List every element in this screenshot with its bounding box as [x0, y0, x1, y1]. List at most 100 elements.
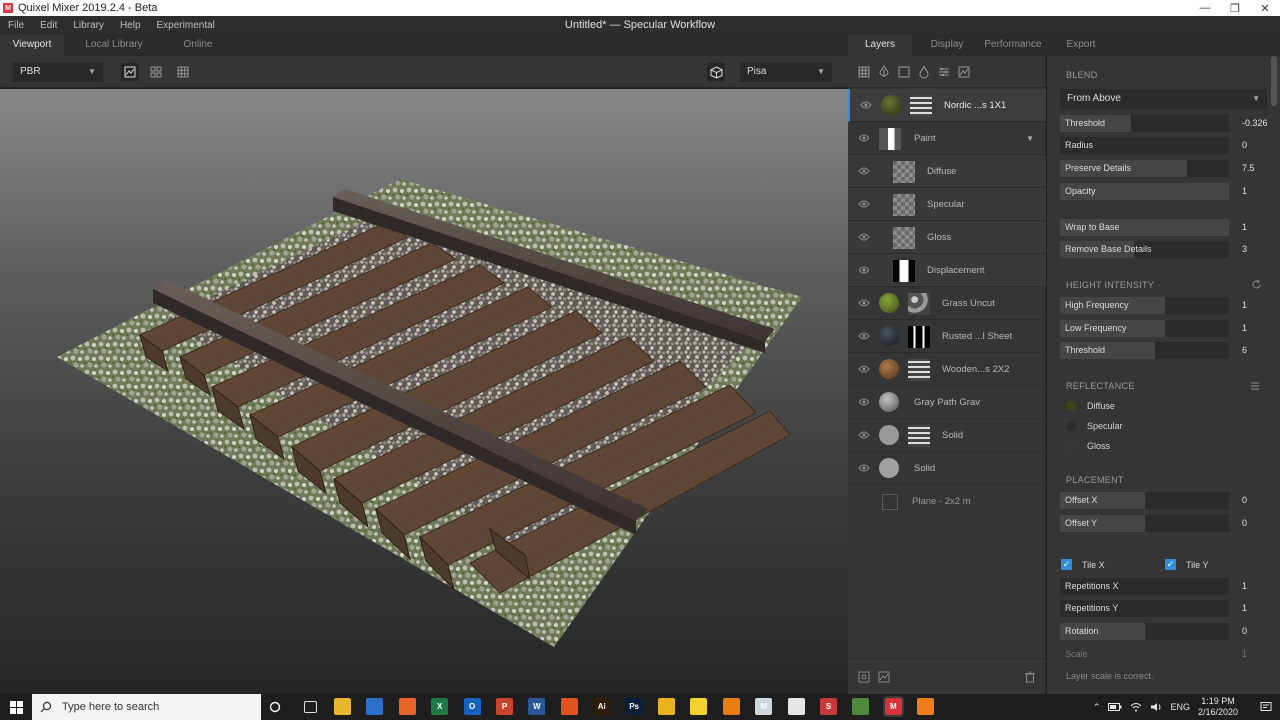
- layer-item-gray-path-gravel[interactable]: Gray Path Grav: [848, 386, 1046, 419]
- notification-icon[interactable]: [1260, 701, 1272, 713]
- menu-edit[interactable]: Edit: [32, 20, 65, 31]
- slider-value[interactable]: 1: [1242, 600, 1247, 617]
- menu-help[interactable]: Help: [112, 20, 149, 31]
- eye-icon[interactable]: [860, 100, 872, 110]
- split-view-icon[interactable]: [147, 63, 165, 81]
- menu-library[interactable]: Library: [65, 20, 112, 31]
- clock[interactable]: 1:19 PM 2/16/2020: [1198, 696, 1238, 718]
- slider-repetitions-x[interactable]: Repetitions X 1: [1060, 578, 1267, 595]
- close-button[interactable]: ✕: [1250, 0, 1280, 16]
- add-mask-icon[interactable]: [877, 670, 891, 684]
- slider-wrap-to-base[interactable]: Wrap to Base 1: [1060, 219, 1267, 236]
- slider-offset-x[interactable]: Offset X 0: [1060, 492, 1267, 509]
- layer-item-gloss[interactable]: Gloss: [848, 221, 1046, 254]
- battery-icon[interactable]: [1108, 702, 1122, 712]
- brave-icon[interactable]: [560, 698, 578, 715]
- trash-icon[interactable]: [1023, 670, 1037, 684]
- eye-icon[interactable]: [858, 199, 870, 209]
- eye-icon[interactable]: [858, 364, 870, 374]
- layer-item-wooden[interactable]: Wooden...s 2X2: [848, 353, 1046, 386]
- window-title-bar[interactable]: M Quixel Mixer 2019.2.4 - Beta — ❐ ✕: [0, 0, 1280, 16]
- slider-value[interactable]: 3: [1242, 241, 1247, 258]
- add-fill-layer-icon[interactable]: [917, 65, 931, 79]
- store-icon[interactable]: [366, 698, 384, 715]
- illustrator-icon[interactable]: Ai: [593, 698, 611, 715]
- eye-icon[interactable]: [858, 331, 870, 341]
- slider-value[interactable]: 0: [1242, 515, 1247, 532]
- chevron-down-icon[interactable]: ▼: [1026, 134, 1034, 143]
- slider-offset-y[interactable]: Offset Y 0: [1060, 515, 1267, 532]
- slider-value[interactable]: 1: [1242, 219, 1247, 236]
- tile-y-checkbox[interactable]: ✓ Tile Y: [1165, 559, 1209, 570]
- 3d-viewport[interactable]: [0, 89, 848, 694]
- layer-item-plane[interactable]: Plane - 2x2 m: [848, 485, 1046, 518]
- grid-view-icon[interactable]: [174, 63, 192, 81]
- task-view-icon[interactable]: [304, 701, 317, 713]
- minimize-button[interactable]: —: [1190, 0, 1220, 16]
- unreal-icon[interactable]: [787, 698, 805, 715]
- menu-icon[interactable]: [1250, 381, 1260, 391]
- blend-mode-dropdown[interactable]: From Above ▼: [1060, 89, 1267, 109]
- add-paint-layer-icon[interactable]: [877, 65, 891, 79]
- excel-icon[interactable]: X: [431, 698, 449, 715]
- outlook-icon[interactable]: O: [463, 698, 481, 715]
- wifi-icon[interactable]: [1130, 702, 1142, 712]
- slider-threshold[interactable]: Threshold -0.326: [1060, 115, 1268, 132]
- tab-performance[interactable]: Performance: [982, 34, 1044, 56]
- slider-repetitions-y[interactable]: Repetitions Y 1: [1060, 600, 1267, 617]
- layer-item-paint[interactable]: Paint ▼: [848, 122, 1046, 155]
- file-explorer-icon[interactable]: [334, 698, 351, 715]
- minecraft-icon[interactable]: [852, 698, 870, 715]
- sticky-notes-icon[interactable]: [690, 698, 708, 715]
- blender-icon[interactable]: [722, 698, 740, 715]
- taskbar-search-input[interactable]: Type here to search: [32, 694, 261, 720]
- tab-export[interactable]: Export: [1044, 34, 1118, 56]
- reflectance-specular[interactable]: Specular: [1066, 419, 1123, 433]
- tab-online[interactable]: Online: [166, 34, 230, 56]
- maximize-button[interactable]: ❐: [1220, 0, 1250, 16]
- slider-value[interactable]: 0: [1242, 492, 1247, 509]
- chevron-up-icon[interactable]: ⌃: [1093, 702, 1101, 713]
- eye-icon[interactable]: [858, 430, 870, 440]
- substance-icon[interactable]: S: [820, 698, 837, 715]
- layer-item-solid[interactable]: Solid: [848, 419, 1046, 452]
- add-layer-icon[interactable]: [857, 670, 871, 684]
- slider-height-threshold[interactable]: Threshold 6: [1060, 342, 1267, 359]
- start-button[interactable]: [0, 694, 32, 720]
- slider-opacity[interactable]: Opacity 1: [1060, 183, 1267, 200]
- menu-experimental[interactable]: Experimental: [149, 20, 223, 31]
- layer-item-diffuse[interactable]: Diffuse: [848, 155, 1046, 188]
- powerpoint-icon[interactable]: P: [496, 698, 513, 715]
- slider-radius[interactable]: Radius 0: [1060, 137, 1267, 154]
- layer-item-nordic[interactable]: Nordic ...s 1X1: [848, 89, 1046, 122]
- eye-icon[interactable]: [858, 265, 870, 275]
- properties-scrollbar[interactable]: [1271, 56, 1277, 106]
- slider-value[interactable]: 1: [1242, 578, 1247, 595]
- eye-icon[interactable]: [858, 133, 870, 143]
- layer-item-specular[interactable]: Specular: [848, 188, 1046, 221]
- cube-icon[interactable]: [707, 63, 725, 81]
- eye-icon[interactable]: [858, 298, 870, 308]
- mixer-bridge-icon[interactable]: M: [755, 698, 773, 715]
- input-language[interactable]: ENG: [1170, 702, 1190, 712]
- layer-item-displacement[interactable]: Displacement: [848, 254, 1046, 287]
- add-solid-layer-icon[interactable]: [897, 65, 911, 79]
- tab-display[interactable]: Display: [912, 34, 982, 56]
- layer-item-solid-2[interactable]: Solid: [848, 452, 1046, 485]
- tab-layers[interactable]: Layers: [848, 34, 912, 56]
- environment-dropdown[interactable]: Pisa ▼: [740, 62, 832, 82]
- slider-value[interactable]: 6: [1242, 342, 1247, 359]
- reset-icon[interactable]: [1251, 279, 1262, 290]
- slider-value[interactable]: 1: [1242, 320, 1247, 337]
- reflectance-diffuse[interactable]: Diffuse: [1066, 399, 1115, 413]
- slider-value[interactable]: 1: [1242, 297, 1247, 314]
- slider-value[interactable]: 1: [1242, 183, 1247, 200]
- word-icon[interactable]: W: [528, 698, 546, 715]
- slider-value[interactable]: 7.5: [1242, 160, 1255, 177]
- add-mask-layer-icon[interactable]: [957, 65, 971, 79]
- menu-file[interactable]: File: [0, 20, 32, 31]
- vlc-icon[interactable]: [917, 698, 935, 715]
- chrome-icon[interactable]: [658, 698, 675, 715]
- slider-low-frequency[interactable]: Low Frequency 1: [1060, 320, 1267, 337]
- eye-icon[interactable]: [858, 397, 870, 407]
